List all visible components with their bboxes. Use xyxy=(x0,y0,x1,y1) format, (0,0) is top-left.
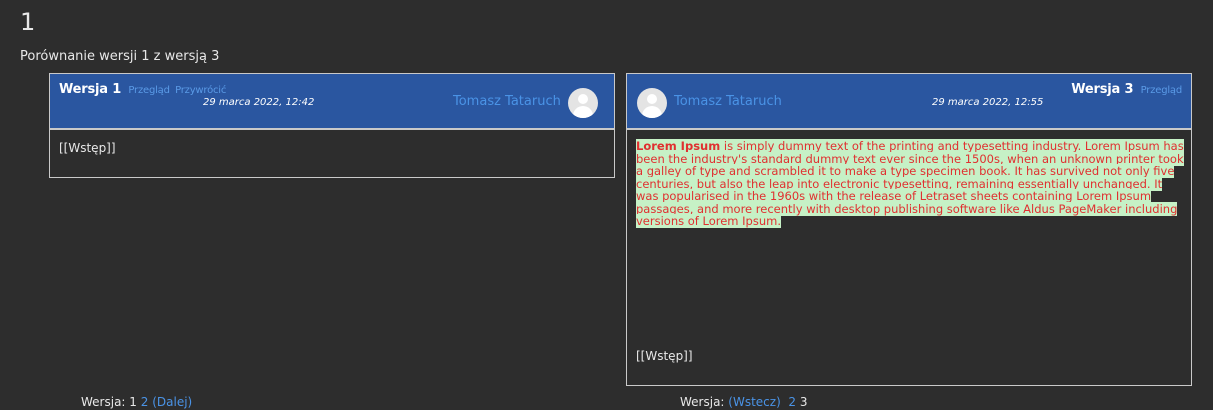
left-version-label: Wersja 1 xyxy=(59,82,122,97)
left-version-heading: Wersja 1 Przegląd Przywrócić xyxy=(59,82,226,97)
avatar-body xyxy=(573,106,593,118)
right-version-pager: Wersja: (Wstecz) 2 3 xyxy=(680,395,808,409)
left-avatar xyxy=(568,88,598,118)
diff-bold-term: Lorem Ipsum xyxy=(636,139,721,153)
right-pager-prev-link[interactable]: (Wstecz) xyxy=(728,395,780,409)
right-content: [[Wstęp]] xyxy=(636,349,693,363)
avatar-head xyxy=(647,94,657,104)
right-avatar xyxy=(637,88,667,118)
right-version-date: 29 marca 2022, 12:55 xyxy=(932,97,1044,108)
left-pager-next-link[interactable]: (Dalej) xyxy=(152,395,192,409)
left-version-pager: Wersja: 1 2 (Dalej) xyxy=(81,395,192,409)
left-content: [[Wstęp]] xyxy=(59,141,116,155)
right-pager-page-2[interactable]: 2 xyxy=(788,395,796,409)
left-panel-body: [[Wstęp]] xyxy=(50,130,614,177)
left-review-link[interactable]: Przegląd xyxy=(128,85,170,96)
right-author-link[interactable]: Tomasz Tataruch xyxy=(674,94,782,109)
left-pager-label: Wersja: xyxy=(81,395,126,409)
avatar-body xyxy=(642,106,662,118)
left-version-panel: Wersja 1 Przegląd Przywrócić 29 marca 20… xyxy=(49,73,615,178)
page-heading: 1 xyxy=(20,8,36,36)
right-version-label: Wersja 3 xyxy=(1071,82,1134,97)
avatar-head xyxy=(578,94,588,104)
right-panel-header: Tomasz Tataruch 29 marca 2022, 12:55 Wer… xyxy=(627,74,1191,130)
right-version-panel: Tomasz Tataruch 29 marca 2022, 12:55 Wer… xyxy=(626,73,1192,386)
diff-added-text: Lorem Ipsum is simply dummy text of the … xyxy=(636,139,1184,228)
left-panel-header: Wersja 1 Przegląd Przywrócić 29 marca 20… xyxy=(50,74,614,130)
left-pager-current: 1 xyxy=(129,395,137,409)
right-version-heading: Wersja 3 Przegląd xyxy=(1071,82,1182,97)
diff-added-body: is simply dummy text of the printing and… xyxy=(636,139,1184,228)
left-author-link[interactable]: Tomasz Tataruch xyxy=(453,94,561,109)
left-version-date: 29 marca 2022, 12:42 xyxy=(203,97,315,108)
right-pager-label: Wersja: xyxy=(680,395,725,409)
left-pager-page-2[interactable]: 2 xyxy=(141,395,149,409)
right-pager-current: 3 xyxy=(799,395,808,409)
compare-title: Porównanie wersji 1 z wersją 3 xyxy=(20,49,220,64)
right-review-link[interactable]: Przegląd xyxy=(1141,85,1183,96)
right-panel-body: Lorem Ipsum is simply dummy text of the … xyxy=(627,130,1191,385)
left-restore-link[interactable]: Przywrócić xyxy=(175,85,226,96)
